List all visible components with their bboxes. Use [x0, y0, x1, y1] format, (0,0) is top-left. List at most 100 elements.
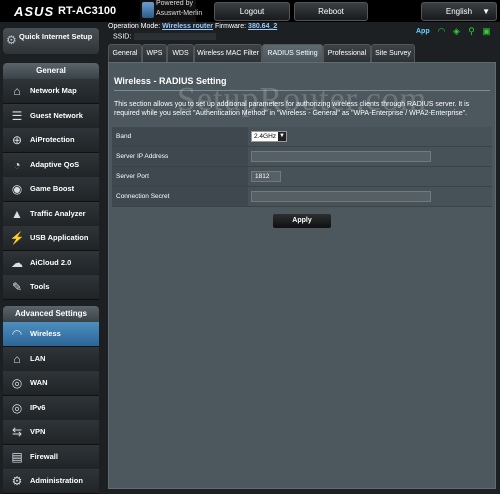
merlin-icon	[142, 2, 154, 18]
language-select[interactable]: English ▼	[421, 2, 497, 21]
sidebar-item-aicloud-2-0[interactable]: ☁ AiCloud 2.0	[3, 250, 99, 276]
network-map-icon: ⌂	[13, 84, 21, 98]
ipv6-globe-icon: ◎	[11, 400, 23, 415]
tab-radius-setting[interactable]: RADIUS Setting	[262, 44, 323, 63]
sidebar-item-game-boost[interactable]: ◉ Game Boost	[3, 177, 99, 202]
sidebar-item-tools[interactable]: ✎ Tools	[3, 275, 99, 300]
server-port-input[interactable]: 1812	[251, 171, 281, 182]
band-value: 2.4GHz	[254, 133, 277, 140]
model-name: RT-AC3100	[58, 5, 117, 17]
operation-mode-line: Operation Mode: Wireless router Firmware…	[108, 23, 277, 30]
sidebar-item-label: Traffic Analyzer	[30, 208, 86, 218]
cloud-icon: ☁	[11, 255, 23, 270]
sidebar-item-guest-network[interactable]: ☰ Guest Network	[3, 103, 99, 129]
radius-setting-panel: Wireless - RADIUS Setting SetupRouter.co…	[108, 62, 496, 489]
vpn-icon: ⇆	[11, 425, 23, 439]
firewall-icon: ▤	[11, 449, 23, 464]
sidebar-item-label: Firewall	[30, 451, 58, 461]
operation-mode-label: Operation Mode:	[108, 23, 161, 30]
general-section-header: General	[3, 63, 99, 79]
wrench-icon: ✎	[11, 280, 23, 294]
sidebar-item-label: USB Application	[30, 233, 89, 242]
band-select[interactable]: 2.4GHz ▼	[251, 131, 287, 142]
sidebar-item-network-map[interactable]: ⌂ Network Map	[3, 79, 99, 104]
ssid-line: SSID:	[113, 33, 217, 41]
asus-logo: ASUS	[14, 4, 55, 19]
connection-secret-label: Connection Secret	[112, 187, 248, 206]
logout-button[interactable]: Logout	[214, 2, 290, 21]
usb-status-icon[interactable]: ⚲	[466, 26, 477, 37]
sidebar-item-aiprotection[interactable]: ⊕ AiProtection	[3, 128, 99, 153]
sidebar-item-label: Network Map	[30, 86, 77, 95]
language-label: English	[445, 7, 473, 16]
usb-icon: ⚡	[9, 231, 25, 245]
sidebar-item-label: Guest Network	[30, 110, 83, 120]
sidebar-item-label: Game Boost	[30, 184, 75, 193]
wireless-icon: ◠	[11, 327, 23, 341]
guest-network-icon: ☰	[11, 108, 23, 123]
server-port-row: Server Port 1812	[112, 167, 492, 187]
sidebar-item-firewall[interactable]: ▤ Firewall	[3, 444, 99, 470]
server-ip-row: Server IP Address	[112, 147, 492, 167]
band-row: Band 2.4GHz ▼	[112, 127, 492, 147]
sidebar-item-lan[interactable]: ⌂ LAN	[3, 346, 99, 372]
chevron-down-icon: ▼	[278, 132, 286, 141]
internet-status-icon[interactable]: ◈	[451, 26, 462, 37]
connection-secret-input[interactable]	[251, 191, 431, 202]
sidebar-item-label: WAN	[30, 378, 48, 387]
ssid-value	[134, 33, 217, 40]
quick-setup-label: Quick Internet Setup	[19, 32, 93, 41]
powered-by-line1: Powered by	[156, 0, 193, 7]
qos-icon: ◔	[13, 157, 21, 172]
wan-globe-icon: ◎	[11, 376, 23, 390]
operation-mode-link[interactable]: Wireless router	[162, 23, 213, 30]
sidebar-item-usb-application[interactable]: ⚡ USB Application	[3, 226, 99, 251]
server-ip-input[interactable]	[251, 151, 431, 162]
advanced-settings-header: Advanced Settings	[3, 306, 99, 322]
sidebar-item-label: VPN	[30, 427, 46, 436]
apply-button[interactable]: Apply	[272, 213, 332, 229]
traffic-analyzer-icon: ▲	[11, 206, 23, 221]
lan-icon: ⌂	[13, 351, 21, 366]
connection-secret-row: Connection Secret	[112, 187, 492, 207]
tab-professional[interactable]: Professional	[323, 44, 371, 63]
status-icons: ◠ ◈ ⚲ ▣	[434, 26, 500, 40]
sidebar-item-adaptive-qos[interactable]: ◔ Adaptive QoS	[3, 152, 99, 178]
powered-by-badge: Powered by Asuswrt-Merlin	[140, 0, 202, 22]
firmware-label: Firmware:	[214, 23, 247, 30]
aiprotection-icon: ⊕	[11, 133, 23, 147]
server-port-label: Server Port	[112, 167, 248, 186]
sidebar-item-wan[interactable]: ◎ WAN	[3, 371, 99, 396]
sidebar-item-label: Administration	[30, 476, 83, 485]
firmware-link[interactable]: 380.64_2	[248, 23, 277, 30]
wifi-status-icon[interactable]: ◠	[436, 26, 447, 37]
sidebar-item-administration[interactable]: ⚙ Administration	[3, 469, 99, 494]
gamepad-icon: ◉	[11, 182, 23, 196]
sidebar-item-label: Tools	[30, 282, 50, 291]
tab-general[interactable]: General	[108, 44, 142, 63]
sidebar-item-traffic-analyzer[interactable]: ▲ Traffic Analyzer	[3, 201, 99, 227]
quick-setup-icon: ⚙	[6, 33, 17, 47]
sidebar-item-label: IPv6	[30, 402, 46, 412]
reboot-button[interactable]: Reboot	[294, 2, 368, 21]
band-label: Band	[112, 127, 248, 146]
sidebar-item-ipv6[interactable]: ◎ IPv6	[3, 395, 99, 421]
sidebar-item-label: AiCloud 2.0	[30, 257, 72, 267]
tab-site-survey[interactable]: Site Survey	[371, 44, 415, 63]
sidebar-item-label: Adaptive QoS	[30, 159, 80, 169]
ssid-label: SSID:	[113, 33, 132, 41]
sidebar-item-wireless[interactable]: ◠ Wireless	[3, 322, 99, 347]
tab-wds[interactable]: WDS	[167, 44, 194, 63]
tab-wireless-mac-filter[interactable]: Wireless MAC Filter	[194, 44, 262, 63]
app-link[interactable]: App	[416, 28, 430, 35]
server-ip-label: Server IP Address	[112, 147, 248, 166]
quick-internet-setup-button[interactable]: ⚙ Quick Internet Setup	[3, 28, 99, 54]
powered-by-line2: Asuswrt-Merlin	[156, 10, 203, 17]
sidebar-item-label: LAN	[30, 353, 46, 363]
sidebar-item-label: AiProtection	[30, 135, 75, 144]
clients-status-icon[interactable]: ▣	[481, 26, 492, 37]
page-description: This section allows you to set up additi…	[114, 101, 470, 117]
sidebar-item-vpn[interactable]: ⇆ VPN	[3, 420, 99, 445]
administration-icon: ⚙	[11, 474, 23, 488]
tab-wps[interactable]: WPS	[142, 44, 167, 63]
